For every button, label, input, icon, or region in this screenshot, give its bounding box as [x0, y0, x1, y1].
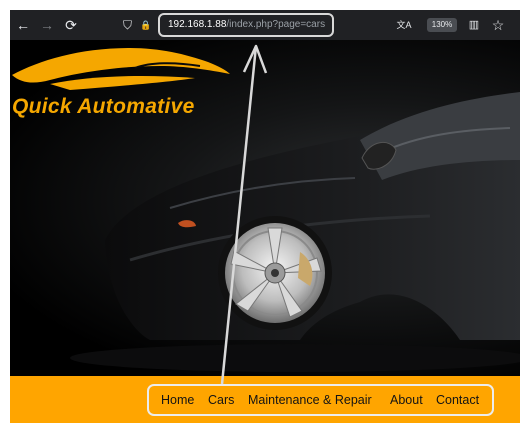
- browser-toolbar: ← → ⟳ ⛉ 🔒 192.168.1.88/index.php?page=ca…: [10, 10, 520, 40]
- nav-item-contact[interactable]: Contact: [436, 386, 479, 414]
- forward-icon[interactable]: →: [36, 10, 58, 40]
- reload-icon[interactable]: ⟳: [60, 10, 82, 40]
- nav-item-about[interactable]: About: [390, 386, 423, 414]
- nav-item-maintenance-repair[interactable]: Maintenance & Repair: [248, 386, 372, 414]
- address-bar[interactable]: 192.168.1.88/index.php?page=cars: [158, 13, 334, 37]
- main-navigation-bar: Home Cars Maintenance & Repair About Con…: [10, 376, 520, 423]
- nav-item-home[interactable]: Home: [161, 386, 194, 414]
- back-icon[interactable]: ←: [12, 10, 34, 40]
- zoom-level-badge[interactable]: 130%: [427, 18, 457, 32]
- url-text: 192.168.1.88/index.php?page=cars: [168, 15, 325, 35]
- url-host: 192.168.1.88: [168, 19, 227, 30]
- nav-menu: Home Cars Maintenance & Repair About Con…: [147, 384, 494, 416]
- hero-banner: Quick Automative: [10, 40, 520, 376]
- car-logo-icon: [12, 48, 230, 90]
- screenshot-frame: ← → ⟳ ⛉ 🔒 192.168.1.88/index.php?page=ca…: [0, 0, 528, 439]
- reader-view-icon[interactable]: ▥: [466, 10, 482, 40]
- nav-item-cars[interactable]: Cars: [208, 386, 234, 414]
- translate-icon[interactable]: 文A: [395, 10, 413, 40]
- bookmark-star-icon[interactable]: ☆: [490, 10, 506, 40]
- brand-name[interactable]: Quick Automative: [12, 95, 195, 119]
- lock-icon[interactable]: 🔒: [140, 10, 151, 40]
- shield-icon[interactable]: ⛉: [123, 10, 132, 40]
- url-path: /index.php?page=cars: [226, 19, 326, 30]
